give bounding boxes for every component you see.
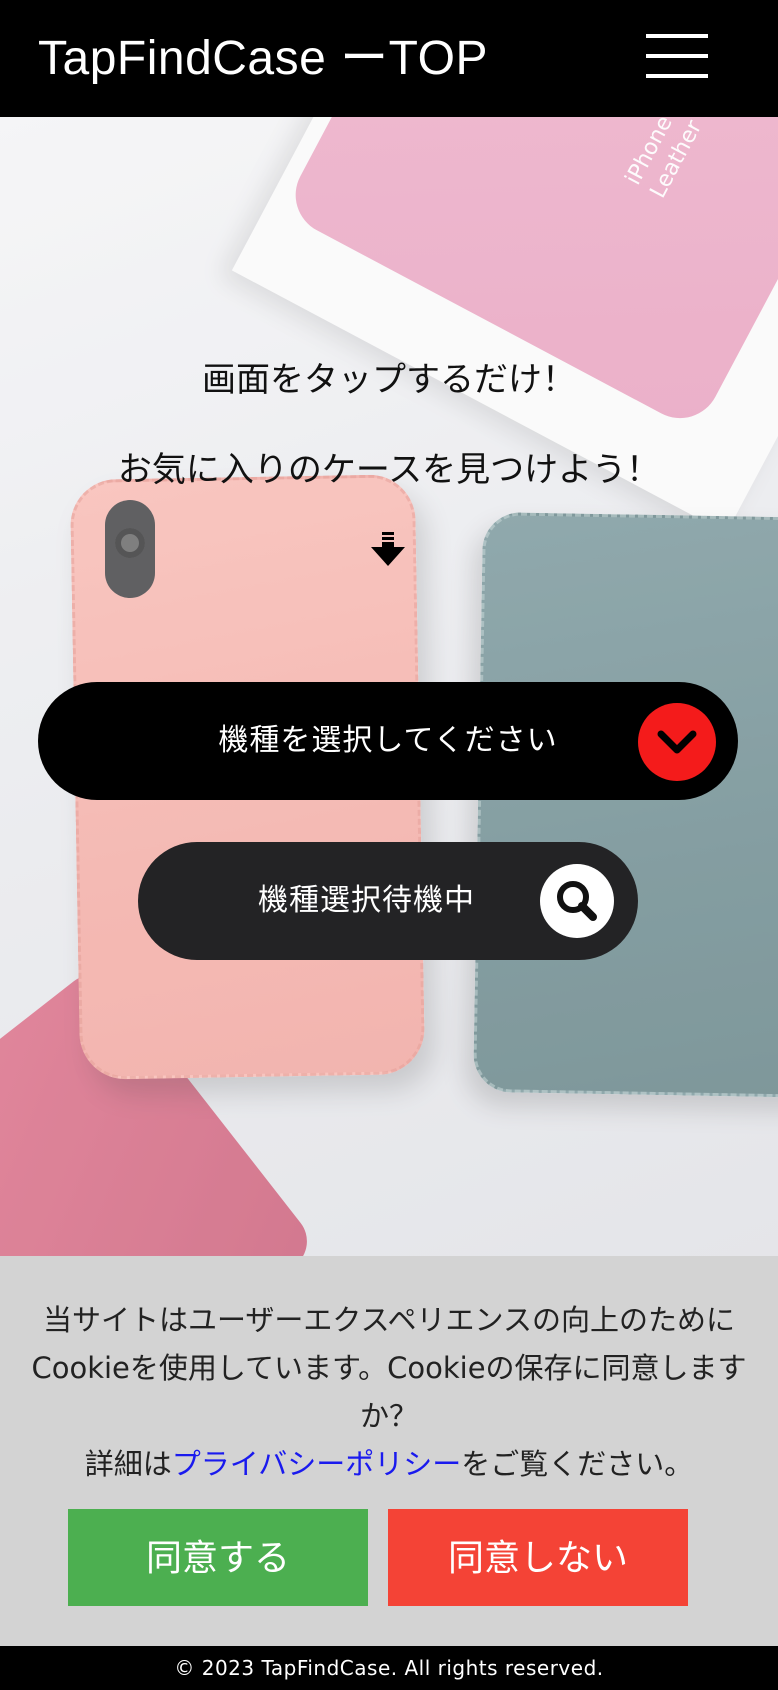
decline-button[interactable]: 同意しない bbox=[388, 1509, 688, 1606]
site-footer: © 2023 TapFindCase. All rights reserved. bbox=[0, 1646, 778, 1690]
model-select-label: 機種を選択してください bbox=[218, 723, 558, 758]
copyright-text: © 2023 TapFindCase. All rights reserved. bbox=[174, 1656, 604, 1680]
search-button[interactable]: 機種選択待機中 bbox=[138, 842, 638, 960]
down-arrow-icon bbox=[371, 532, 405, 566]
cookie-details-prefix: 詳細は bbox=[84, 1447, 172, 1481]
menu-bar bbox=[646, 34, 708, 38]
privacy-policy-link[interactable]: プライバシーポリシー bbox=[172, 1447, 461, 1481]
cookie-consent-banner: 当サイトはユーザーエクスペリエンスの向上のためにCookieを使用しています。C… bbox=[0, 1256, 778, 1646]
model-select-button[interactable]: 機種を選択してください bbox=[38, 682, 738, 800]
hamburger-menu-icon[interactable] bbox=[646, 32, 708, 80]
agree-button[interactable]: 同意する bbox=[68, 1509, 368, 1606]
search-icon[interactable] bbox=[540, 864, 614, 938]
menu-bar bbox=[646, 74, 708, 78]
cookie-details-suffix: をご覧ください。 bbox=[461, 1447, 694, 1481]
cookie-message-text: 当サイトはユーザーエクスペリエンスの向上のためにCookieを使用しています。C… bbox=[31, 1303, 747, 1433]
search-status-label: 機種選択待機中 bbox=[258, 883, 475, 918]
hero-section[interactable]: iPhone X Leather Folio 画面をタップするだけ！ お気に入り… bbox=[0, 117, 778, 1256]
cookie-message: 当サイトはユーザーエクスペリエンスの向上のためにCookieを使用しています。C… bbox=[30, 1296, 748, 1488]
hero-subheadline: お気に入りのケースを見つけよう！ bbox=[117, 450, 661, 490]
chevron-down-icon[interactable] bbox=[638, 703, 716, 781]
hero-headline: 画面をタップするだけ！ bbox=[202, 360, 576, 400]
page-title: TapFindCase ーTOP bbox=[38, 32, 488, 85]
site-header: TapFindCase ーTOP bbox=[0, 0, 778, 117]
menu-bar bbox=[646, 54, 708, 58]
